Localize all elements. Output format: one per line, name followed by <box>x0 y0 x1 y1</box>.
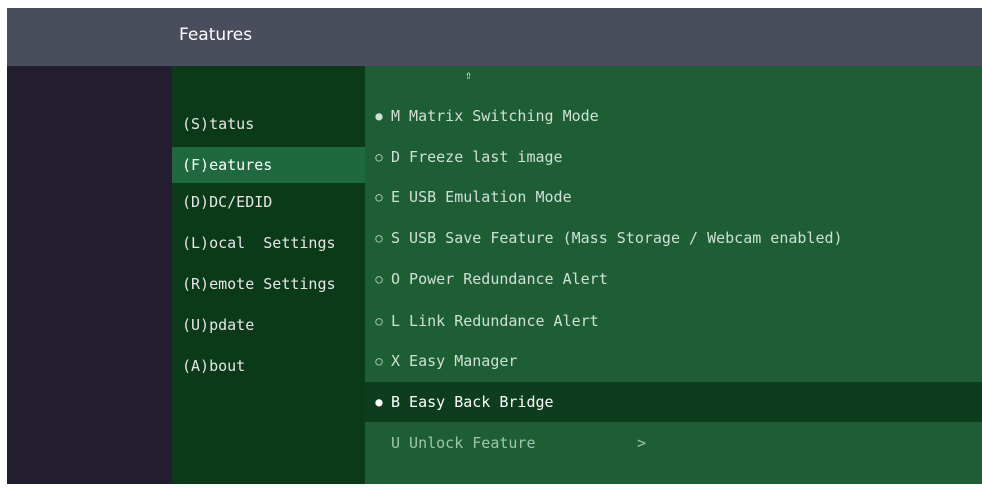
main-menu: (S)tatus (F)eatures (D)DC/EDID (L)ocal S… <box>172 66 365 484</box>
menu-item-features[interactable]: (F)eatures <box>172 147 365 183</box>
feature-label: X Easy Manager <box>391 352 518 370</box>
feature-link-redundance-alert[interactable]: ○ L Link Redundance Alert <box>365 301 982 341</box>
disabled-circle-icon: ○ <box>375 190 383 204</box>
feature-freeze-last-image[interactable]: ○ D Freeze last image <box>365 137 982 177</box>
disabled-circle-icon: ○ <box>375 354 383 368</box>
feature-label: S USB Save Feature (Mass Storage / Webca… <box>391 229 843 247</box>
app-window: Features (S)tatus (F)eatures (D)DC/EDID … <box>7 8 982 484</box>
feature-label: O Power Redundance Alert <box>391 270 608 288</box>
menu-item-status[interactable]: (S)tatus <box>172 106 365 142</box>
unlock-feature-label: U Unlock Feature <box>391 434 536 452</box>
feature-label: M Matrix Switching Mode <box>391 107 599 125</box>
disabled-circle-icon: ○ <box>375 314 383 328</box>
disabled-circle-icon: ○ <box>375 231 383 245</box>
feature-usb-save-feature[interactable]: ○ S USB Save Feature (Mass Storage / Web… <box>365 218 982 258</box>
menu-item-ddc-edid[interactable]: (D)DC/EDID <box>172 184 365 220</box>
menu-item-local-settings[interactable]: (L)ocal Settings <box>172 225 365 261</box>
features-panel: ⇧ ● M Matrix Switching Mode ○ D Freeze l… <box>365 66 982 484</box>
chevron-right-icon: > <box>637 434 647 452</box>
feature-matrix-switching-mode[interactable]: ● M Matrix Switching Mode <box>365 96 982 136</box>
disabled-circle-icon: ○ <box>375 272 383 286</box>
menu-item-about[interactable]: (A)bout <box>172 348 365 384</box>
disabled-circle-icon: ○ <box>375 150 383 164</box>
feature-easy-back-bridge[interactable]: ● B Easy Back Bridge <box>365 382 982 422</box>
menu-item-update[interactable]: (U)pdate <box>172 307 365 343</box>
feature-label: D Freeze last image <box>391 148 563 166</box>
unlock-feature-item[interactable]: U Unlock Feature > <box>365 423 982 463</box>
page-title: Features <box>179 25 253 45</box>
feature-easy-manager[interactable]: ○ X Easy Manager <box>365 341 982 381</box>
feature-label: B Easy Back Bridge <box>391 393 554 411</box>
title-bar: Features <box>7 8 982 66</box>
feature-usb-emulation-mode[interactable]: ○ E USB Emulation Mode <box>365 177 982 217</box>
feature-power-redundance-alert[interactable]: ○ O Power Redundance Alert <box>365 259 982 299</box>
up-arrow-icon[interactable]: ⇧ <box>465 68 472 82</box>
enabled-dot-icon: ● <box>375 395 383 409</box>
feature-label: E USB Emulation Mode <box>391 188 572 206</box>
enabled-dot-icon: ● <box>375 109 383 123</box>
feature-label: L Link Redundance Alert <box>391 312 599 330</box>
menu-item-remote-settings[interactable]: (R)emote Settings <box>172 266 365 302</box>
left-margin-pane <box>7 66 172 484</box>
